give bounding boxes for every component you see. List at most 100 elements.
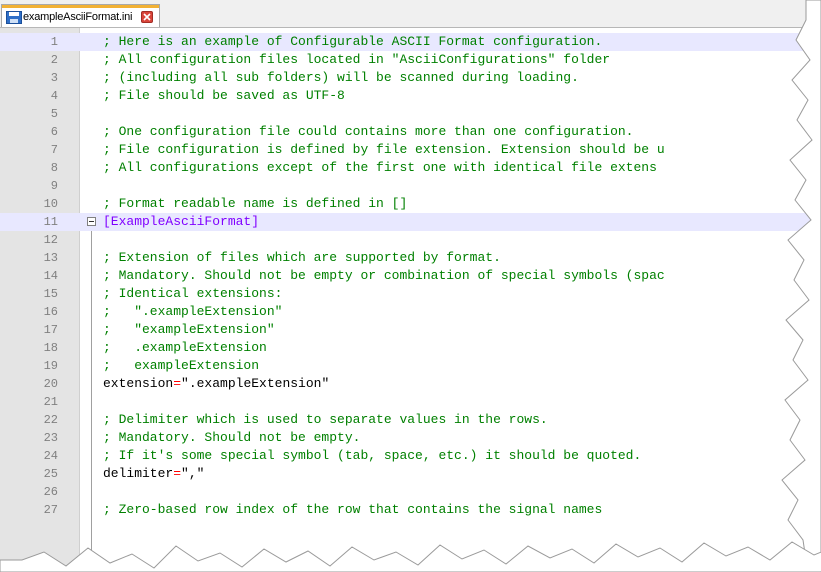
token-comment: ; ".exampleExtension" (103, 304, 283, 319)
line-number: 21 (43, 395, 58, 409)
token-comment: ; Extension of files which are supported… (103, 250, 501, 265)
code-text: ; Mandatory. Should not be empty or comb… (103, 267, 665, 285)
code-text: ; All configurations except of the first… (103, 159, 657, 177)
line-number: 16 (43, 305, 58, 319)
line-number: 5 (50, 107, 58, 121)
line-number: 1 (50, 35, 58, 49)
line-number: 17 (43, 323, 58, 337)
token-comment: ; Identical extensions: (103, 286, 283, 301)
code-line[interactable]: 14 ; Mandatory. Should not be empty or co… (0, 267, 821, 285)
line-number: 24 (43, 449, 58, 463)
code-text: ; Zero-based row index of the row that c… (103, 501, 602, 519)
code-line[interactable]: 13 ; Extension of files which are support… (0, 249, 821, 267)
code-line[interactable]: 10 ; Format readable name is defined in [… (0, 195, 821, 213)
code-line[interactable]: 11 [ExampleAsciiFormat] (0, 213, 821, 231)
code-line[interactable]: 20 extension=".exampleExtension" (0, 375, 821, 393)
code-text: ; Here is an example of Configurable ASC… (103, 33, 602, 51)
tab-bar: exampleAsciiFormat.ini (0, 0, 821, 28)
token-comment: ; Format readable name is defined in [] (103, 196, 408, 211)
token-comment: ; If it's some special symbol (tab, spac… (103, 448, 642, 463)
token-section: [ExampleAsciiFormat] (103, 214, 260, 229)
token-comment: ; All configurations except of the first… (103, 160, 657, 175)
line-number: 9 (50, 179, 58, 193)
code-line[interactable]: 26 (0, 483, 821, 501)
code-line[interactable]: 22 ; Delimiter which is used to separate … (0, 411, 821, 429)
token-comment: ; File configuration is defined by file … (103, 142, 665, 157)
code-line[interactable]: 6 ; One configuration file could contains… (0, 123, 821, 141)
token-comment: ; "exampleExtension" (103, 322, 275, 337)
code-text: ; All configuration files located in "As… (103, 51, 610, 69)
token-val: ".exampleExtension" (181, 376, 330, 391)
code-text: ; Extension of files which are supported… (103, 249, 501, 267)
code-text: ; File configuration is defined by file … (103, 141, 665, 159)
code-line[interactable]: 25 delimiter="," (0, 465, 821, 483)
tab-example-ascii-format[interactable]: exampleAsciiFormat.ini (1, 4, 160, 27)
code-line[interactable]: 21 (0, 393, 821, 411)
line-number: 18 (43, 341, 58, 355)
code-text: ; "exampleExtension" (103, 321, 275, 339)
code-line[interactable]: 18 ; .exampleExtension (0, 339, 821, 357)
token-comment: ; One configuration file could contains … (103, 124, 634, 139)
line-number: 4 (50, 89, 58, 103)
code-text: ; Delimiter which is used to separate va… (103, 411, 548, 429)
code-line[interactable]: 15 ; Identical extensions: (0, 285, 821, 303)
code-line[interactable]: 8 ; All configurations except of the firs… (0, 159, 821, 177)
code-line[interactable]: 17 ; "exampleExtension" (0, 321, 821, 339)
line-number: 23 (43, 431, 58, 445)
code-line[interactable]: 2 ; All configuration files located in "A… (0, 51, 821, 69)
code-text: ; .exampleExtension (103, 339, 267, 357)
code-text: ; ".exampleExtension" (103, 303, 282, 321)
line-number: 22 (43, 413, 58, 427)
editor-window: exampleAsciiFormat.ini 1 ; Here is an exa… (0, 0, 821, 572)
line-number: 27 (43, 503, 58, 517)
code-text: ; If it's some special symbol (tab, spac… (103, 447, 641, 465)
fold-guide-line (91, 231, 92, 572)
code-line[interactable]: 23 ; Mandatory. Should not be empty. (0, 429, 821, 447)
close-icon[interactable] (141, 11, 153, 23)
code-text: delimiter="," (103, 465, 204, 483)
token-comment: ; (including all sub folders) will be sc… (103, 70, 579, 85)
token-eq: = (173, 466, 182, 481)
token-comment: ; Here is an example of Configurable ASC… (103, 34, 603, 49)
code-text: ; Identical extensions: (103, 285, 282, 303)
line-number: 8 (50, 161, 58, 175)
code-line[interactable]: 12 (0, 231, 821, 249)
code-line[interactable]: 19 ; exampleExtension (0, 357, 821, 375)
code-text: ; Mandatory. Should not be empty. (103, 429, 360, 447)
save-icon (6, 11, 22, 24)
code-line[interactable]: 16 ; ".exampleExtension" (0, 303, 821, 321)
token-val: "," (181, 466, 205, 481)
code-text: ; File should be saved as UTF-8 (103, 87, 345, 105)
code-line[interactable]: 7 ; File configuration is defined by file… (0, 141, 821, 159)
token-comment: ; Mandatory. Should not be empty or comb… (103, 268, 665, 283)
code-line[interactable]: 9 (0, 177, 821, 195)
line-number: 19 (43, 359, 58, 373)
code-line[interactable]: 5 (0, 105, 821, 123)
line-number: 3 (50, 71, 58, 85)
code-text: [ExampleAsciiFormat] (103, 213, 259, 231)
line-number: 10 (43, 197, 58, 211)
token-comment: ; Zero-based row index of the row that c… (103, 502, 603, 517)
code-line[interactable]: 27 ; Zero-based row index of the row that… (0, 501, 821, 519)
line-number: 12 (43, 233, 58, 247)
token-comment: ; All configuration files located in "As… (103, 52, 611, 67)
line-number: 20 (43, 377, 58, 391)
code-text: ; Format readable name is defined in [] (103, 195, 407, 213)
code-text: ; exampleExtension (103, 357, 259, 375)
token-comment: ; Delimiter which is used to separate va… (103, 412, 548, 427)
token-comment: ; File should be saved as UTF-8 (103, 88, 345, 103)
line-number: 26 (43, 485, 58, 499)
code-editor[interactable]: 1 ; Here is an example of Configurable AS… (0, 28, 821, 572)
code-line[interactable]: 3 ; (including all sub folders) will be s… (0, 69, 821, 87)
code-line[interactable]: 4 ; File should be saved as UTF-8 (0, 87, 821, 105)
code-line[interactable]: 24 ; If it's some special symbol (tab, sp… (0, 447, 821, 465)
line-number: 11 (43, 215, 58, 229)
code-text: extension=".exampleExtension" (103, 375, 329, 393)
token-key: extension (103, 376, 174, 391)
line-number: 15 (43, 287, 58, 301)
fold-toggle-icon[interactable] (87, 217, 96, 226)
tab-title: exampleAsciiFormat.ini (23, 11, 133, 23)
code-line[interactable]: 1 ; Here is an example of Configurable AS… (0, 33, 821, 51)
token-comment: ; Mandatory. Should not be empty. (103, 430, 361, 445)
line-number: 7 (50, 143, 58, 157)
